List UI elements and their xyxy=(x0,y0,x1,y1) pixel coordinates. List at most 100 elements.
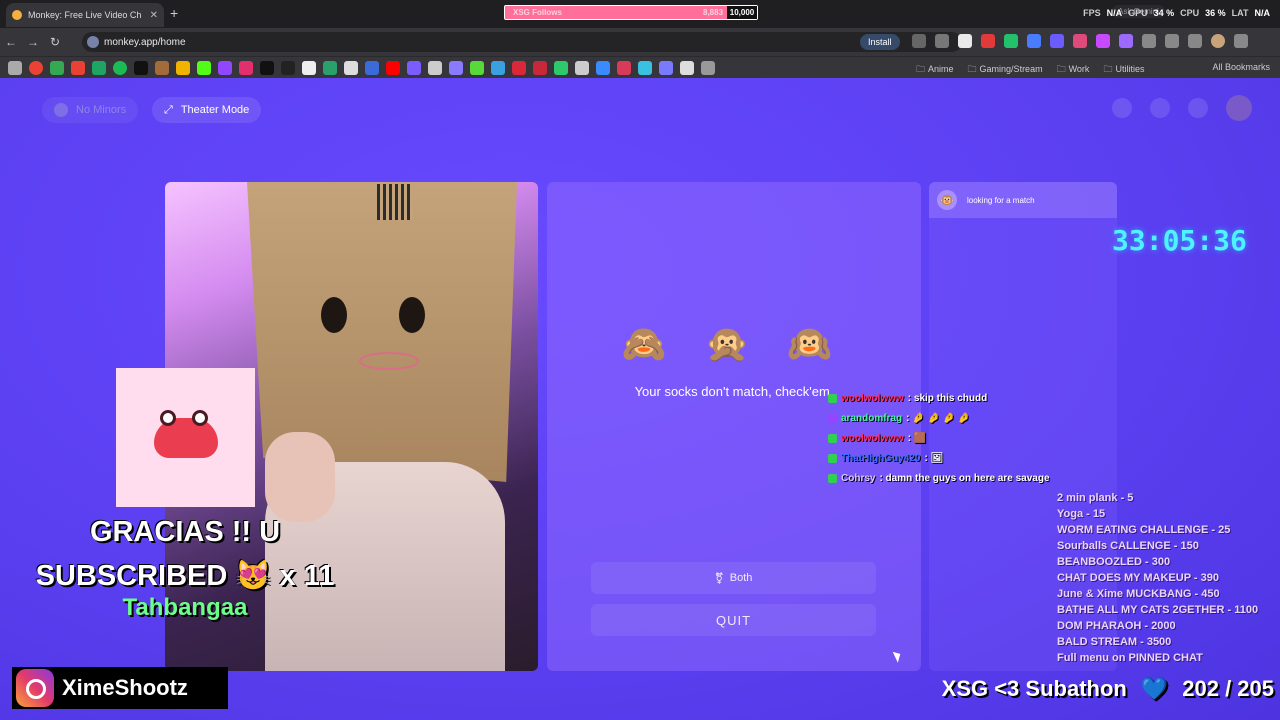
bookmark-icon[interactable] xyxy=(50,61,64,75)
bookmark-icon[interactable] xyxy=(659,61,673,75)
tab-title: Monkey: Free Live Video Ch xyxy=(28,10,142,20)
bookmark-icon[interactable] xyxy=(302,61,316,75)
all-bookmarks-button[interactable]: All Bookmarks xyxy=(1212,62,1270,72)
extension-icon[interactable] xyxy=(1119,34,1133,48)
menu-item: Yoga - 15 xyxy=(1057,508,1106,520)
gmail-icon[interactable] xyxy=(71,61,85,75)
coin-icon[interactable] xyxy=(1112,98,1132,118)
bookmark-folders: Anime Gaming/Stream Work Utilities xyxy=(916,62,1144,78)
menu-dots-icon[interactable] xyxy=(1234,34,1248,48)
bookmark-icon[interactable] xyxy=(638,61,652,75)
bookmark-icon[interactable] xyxy=(470,61,484,75)
menu-item: BATHE ALL MY CATS 2GETHER - 1100 xyxy=(1057,604,1259,616)
extension-icon[interactable] xyxy=(981,34,995,48)
bookmark-icon[interactable] xyxy=(365,61,379,75)
extension-icon[interactable] xyxy=(1096,34,1110,48)
chat-text: : damn the guys on here are savage xyxy=(879,472,1050,484)
gender-both-button[interactable]: ⚧ Both xyxy=(591,562,876,594)
spotify-icon[interactable] xyxy=(113,61,127,75)
bookmark-icon[interactable] xyxy=(344,61,358,75)
kick-icon[interactable] xyxy=(197,61,211,75)
bookmark-icon[interactable] xyxy=(155,61,169,75)
menu-item: 2 min plank - 5 xyxy=(1057,492,1134,504)
bookmark-icon[interactable] xyxy=(323,61,337,75)
frog-eye xyxy=(159,409,176,426)
bookmark-icon[interactable] xyxy=(701,61,715,75)
follow-goal-label: XSG Follows xyxy=(513,8,562,17)
extension-icon[interactable] xyxy=(958,34,972,48)
bookmark-icon[interactable] xyxy=(512,61,526,75)
active-tab[interactable]: Monkey: Free Live Video Ch ✕ xyxy=(6,3,164,27)
install-label: Install xyxy=(868,37,892,47)
bookmark-icon[interactable] xyxy=(680,61,694,75)
bookmark-folder-utilities[interactable]: Utilities xyxy=(1103,62,1144,78)
new-tab-icon[interactable]: + xyxy=(170,5,178,21)
instagram-icon[interactable] xyxy=(239,61,253,75)
user-avatar[interactable] xyxy=(1226,95,1252,121)
bookmark-icon[interactable] xyxy=(491,61,505,75)
lat-label: LAT xyxy=(1231,8,1249,18)
reload-icon[interactable]: ↻ xyxy=(44,35,66,49)
no-minors-toggle[interactable]: No Minors xyxy=(42,97,139,123)
gender-icon: ⚧ xyxy=(714,572,724,585)
extension-icon[interactable] xyxy=(1027,34,1041,48)
back-icon[interactable]: ← xyxy=(0,35,22,49)
bookmark-icon[interactable] xyxy=(575,61,589,75)
sidebar-icon[interactable] xyxy=(1165,34,1179,48)
forward-icon[interactable]: → xyxy=(22,35,44,49)
bookmark-icon[interactable] xyxy=(449,61,463,75)
twitch-icon[interactable] xyxy=(218,61,232,75)
extension-icon[interactable] xyxy=(1004,34,1018,48)
google-icon[interactable] xyxy=(29,61,43,75)
bookmark-icon[interactable] xyxy=(617,61,631,75)
gpu-value: 34 % xyxy=(1153,8,1175,18)
kick-badge-icon xyxy=(828,453,837,463)
x-icon[interactable] xyxy=(260,61,274,75)
chat-username: Cohrsy xyxy=(841,472,876,484)
bag-eye-hole xyxy=(399,297,425,333)
site-info-icon[interactable] xyxy=(87,36,99,48)
perf-stats: FPS N/A GPU 34 % CPU 36 % LAT N/A xyxy=(1083,8,1270,18)
drive-icon[interactable] xyxy=(92,61,106,75)
fps-label: FPS xyxy=(1083,8,1101,18)
tiktok-icon[interactable] xyxy=(281,61,295,75)
extension-icons xyxy=(912,34,1248,48)
cpu-value: 36 % xyxy=(1205,8,1226,18)
bookmark-icon[interactable] xyxy=(554,61,568,75)
install-app-button[interactable]: Install xyxy=(860,34,900,50)
quit-button[interactable]: QUIT xyxy=(591,604,876,636)
extension-icon[interactable] xyxy=(1073,34,1087,48)
x-icon[interactable] xyxy=(134,61,148,75)
bookmark-folder-anime[interactable]: Anime xyxy=(916,62,954,78)
person-hand xyxy=(265,432,335,522)
star-icon[interactable] xyxy=(935,34,949,48)
bookmark-icon[interactable] xyxy=(407,61,421,75)
chat-icon[interactable] xyxy=(1188,98,1208,118)
bookmark-icon[interactable] xyxy=(596,61,610,75)
bookmark-icon[interactable] xyxy=(176,61,190,75)
bookmark-icon[interactable] xyxy=(428,61,442,75)
profile-avatar[interactable] xyxy=(1211,34,1225,48)
extension-icon[interactable] xyxy=(1050,34,1064,48)
history-icon[interactable] xyxy=(1150,98,1170,118)
menu-item: BALD STREAM - 3500 xyxy=(1057,636,1172,648)
gpu-label: GPU xyxy=(1128,8,1148,18)
eye-off-icon[interactable] xyxy=(912,34,926,48)
bookmark-folder-gaming[interactable]: Gaming/Stream xyxy=(968,62,1043,78)
bookmarks-bar: Anime Gaming/Stream Work Utilities All B… xyxy=(0,56,1280,78)
theater-mode-button[interactable]: ⤢ Theater Mode xyxy=(152,97,262,123)
apps-icon[interactable] xyxy=(8,61,22,75)
download-icon[interactable] xyxy=(1188,34,1202,48)
follow-goal-target: 10,000 xyxy=(727,6,757,19)
bookmark-icon[interactable] xyxy=(533,61,547,75)
sub-alert-username: Tahbangaa xyxy=(122,594,248,621)
match-status-bar: 🐵 looking for a match xyxy=(929,182,1117,218)
frog-eye xyxy=(191,409,208,426)
puzzle-icon[interactable] xyxy=(1142,34,1156,48)
close-tab-icon[interactable]: ✕ xyxy=(150,10,158,21)
monkey-page: No Minors ⤢ Theater Mode 🙈 🙊 🙉 Your sock… xyxy=(0,78,1280,720)
youtube-icon[interactable] xyxy=(386,61,400,75)
menu-item: June & Xime MUCKBANG - 450 xyxy=(1057,588,1220,600)
bookmark-folder-work[interactable]: Work xyxy=(1057,62,1090,78)
url-bar[interactable]: monkey.app/home xyxy=(82,32,962,52)
